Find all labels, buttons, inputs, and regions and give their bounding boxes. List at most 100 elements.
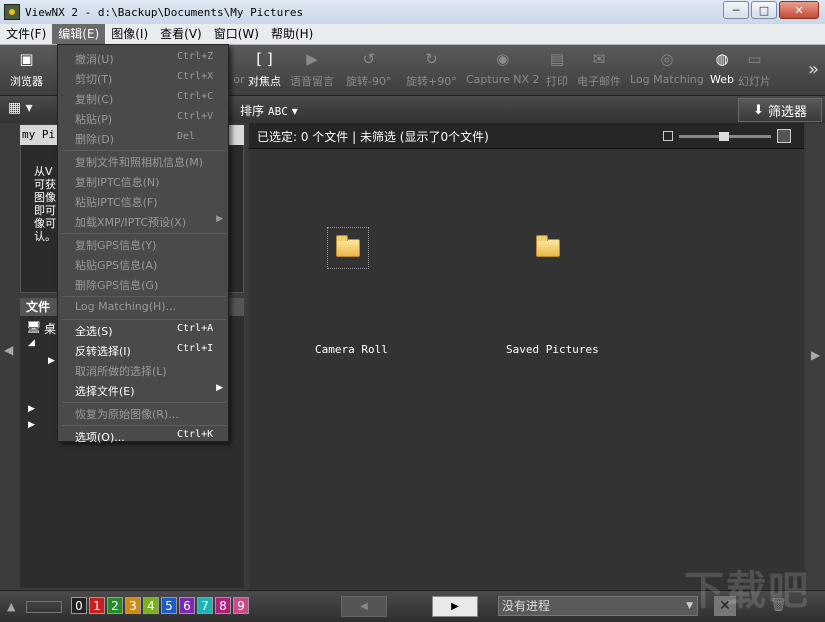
print-button[interactable]: ▤ 打印	[546, 49, 568, 89]
slider-thumb[interactable]	[719, 131, 729, 141]
menu-item-label: 粘贴GPS信息(A)	[75, 259, 158, 272]
menu-item[interactable]: Log Matching(H)...	[58, 298, 228, 316]
slideshow-button[interactable]: ▭ 幻灯片	[738, 49, 771, 89]
menu-item-label: 撤消(U)	[75, 53, 114, 66]
menu-item-label: 反转选择(I)	[75, 345, 131, 358]
browser-button[interactable]: ▣ 浏览器	[10, 49, 43, 89]
menu-item[interactable]: 加载XMP/IPTC预设(X) ▶	[58, 212, 228, 230]
menu-item[interactable]: 复制IPTC信息(N)	[58, 172, 228, 190]
label-button-8[interactable]: 8	[215, 597, 231, 614]
capture-nx2-button[interactable]: ◉ Capture NX 2	[466, 49, 540, 86]
thumbnail-size-slider[interactable]	[663, 129, 791, 143]
menu-image[interactable]: 图像(I)	[105, 24, 154, 44]
rotate-ccw-button[interactable]: ↺ 旋转-90°	[346, 49, 391, 89]
label-button-3[interactable]: 3	[125, 597, 141, 614]
collapse-right-panel-icon[interactable]: ▶	[811, 348, 820, 362]
tree-node-desktop[interactable]: 桌	[44, 320, 56, 337]
printer-icon: ▤	[549, 50, 565, 68]
menu-separator	[62, 425, 226, 426]
log-matching-icon: ◎	[660, 50, 674, 68]
thumbnail-grid-icon[interactable]: ▦ ▾	[8, 100, 33, 116]
folder-icon	[527, 227, 569, 269]
label-button-2[interactable]: 2	[107, 597, 123, 614]
tree-collapse-icon[interactable]: ◢	[28, 338, 35, 348]
window-title: ViewNX 2 - d:\Backup\Documents\My Pictur…	[25, 5, 304, 19]
watermark: 下载吧	[684, 568, 810, 614]
previous-button[interactable]: ◀	[341, 596, 387, 617]
browser-icon: ▣	[19, 50, 34, 68]
menu-item-label: 取消所做的选择(L)	[75, 365, 167, 378]
collapse-left-panel-icon[interactable]: ◀	[4, 343, 13, 357]
menu-item-label: 全选(S)	[75, 325, 113, 338]
tree-expand-icon[interactable]: ▶	[48, 356, 55, 366]
tree-expand-icon[interactable]: ▶	[28, 404, 35, 414]
maximize-button[interactable]: □	[751, 1, 777, 19]
progress-dropdown[interactable]: 没有进程 ▼	[498, 596, 698, 616]
thumbnail-area: 已选定: 0 个文件 | 未筛选 (显示了0个文件) Camera Roll S…	[249, 123, 804, 590]
menu-item[interactable]: 粘贴IPTC信息(F)	[58, 192, 228, 210]
menu-edit[interactable]: 编辑(E)	[52, 24, 106, 44]
menu-separator	[62, 319, 226, 320]
focus-point-button[interactable]: [ ] 对焦点	[248, 49, 281, 89]
label-buttons: 0123456789	[71, 597, 249, 614]
menu-item[interactable]: 复制文件和照相机信息(M)	[58, 152, 228, 170]
rotate-right-icon: ↻	[425, 50, 438, 68]
menu-view[interactable]: 查看(V)	[154, 24, 208, 44]
log-matching-button[interactable]: ◎ Log Matching	[630, 49, 704, 86]
menu-item-label: Log Matching(H)...	[75, 300, 177, 313]
menu-item[interactable]: 复制(C) Ctrl+C	[58, 89, 228, 107]
toolbar-partial-item[interactable]: or	[229, 49, 249, 86]
next-icon: ▶	[451, 601, 459, 612]
folder-item[interactable]	[327, 227, 369, 269]
menu-item-label: 复制文件和照相机信息(M)	[75, 156, 204, 169]
menu-item-label: 粘贴IPTC信息(F)	[75, 196, 158, 209]
menu-item[interactable]: 选项(O)... Ctrl+K	[58, 427, 228, 445]
menu-item-label: 剪切(T)	[75, 73, 113, 86]
label-button-9[interactable]: 9	[233, 597, 249, 614]
filmstrip-toggle[interactable]	[26, 601, 62, 613]
label-button-1[interactable]: 1	[89, 597, 105, 614]
menu-item[interactable]: 反转选择(I) Ctrl+I	[58, 341, 228, 359]
edit-menu-dropdown: 撤消(U) Ctrl+Z 剪切(T) Ctrl+X 复制(C) Ctrl+C 粘贴(P) Ct…	[57, 44, 229, 445]
voice-memo-button[interactable]: ▶ 语音留言	[290, 49, 334, 89]
menu-file[interactable]: 文件(F)	[0, 24, 52, 44]
label-button-7[interactable]: 7	[197, 597, 213, 614]
filter-button[interactable]: ⬇ 筛选器	[738, 98, 822, 122]
rotate-cw-button[interactable]: ↻ 旋转+90°	[406, 49, 457, 89]
minimize-button[interactable]: ─	[723, 1, 749, 19]
menu-item[interactable]: 粘贴GPS信息(A)	[58, 255, 228, 273]
email-button[interactable]: ✉ 电子邮件	[577, 49, 621, 89]
web-button[interactable]: ◍ Web	[710, 49, 734, 86]
menu-item[interactable]: 删除(D) Del	[58, 129, 228, 147]
large-thumb-icon	[777, 129, 791, 143]
menu-item[interactable]: 取消所做的选择(L)	[58, 361, 228, 379]
download-icon: ⬇	[752, 102, 768, 118]
label-button-6[interactable]: 6	[179, 597, 195, 614]
tree-expand-icon[interactable]: ▶	[28, 420, 35, 430]
label-button-5[interactable]: 5	[161, 597, 177, 614]
menu-window[interactable]: 窗口(W)	[208, 24, 265, 44]
sort-dropdown[interactable]: 排序 ABC ▾	[240, 102, 298, 119]
menu-item[interactable]: 复制GPS信息(Y)	[58, 235, 228, 253]
menu-item[interactable]: 剪切(T) Ctrl+X	[58, 69, 228, 87]
menu-item[interactable]: 全选(S) Ctrl+A	[58, 321, 228, 339]
label-button-0[interactable]: 0	[71, 597, 87, 614]
desktop-icon[interactable]: 🖥	[26, 320, 41, 334]
menu-item[interactable]: 选择文件(E) ▶	[58, 381, 228, 399]
title-bar: ViewNX 2 - d:\Backup\Documents\My Pictur…	[0, 0, 825, 24]
submenu-arrow-icon: ▶	[216, 383, 223, 393]
menu-item[interactable]: 删除GPS信息(G)	[58, 275, 228, 293]
toolbar-more-icon[interactable]: »	[808, 59, 819, 80]
expand-filmstrip-icon[interactable]: ▲	[7, 600, 15, 613]
close-button[interactable]: ✕	[779, 1, 819, 19]
label-button-4[interactable]: 4	[143, 597, 159, 614]
next-button[interactable]: ▶	[432, 596, 478, 617]
menu-item[interactable]: 粘贴(P) Ctrl+V	[58, 109, 228, 127]
menu-item[interactable]: 恢复为原始图像(R)...	[58, 404, 228, 422]
slider-track[interactable]	[679, 131, 771, 141]
folder-item[interactable]	[527, 227, 569, 269]
voice-memo-icon: ▶	[306, 50, 318, 68]
menu-item[interactable]: 撤消(U) Ctrl+Z	[58, 49, 228, 67]
menu-help[interactable]: 帮助(H)	[265, 24, 319, 44]
rotate-left-icon: ↺	[362, 50, 376, 68]
